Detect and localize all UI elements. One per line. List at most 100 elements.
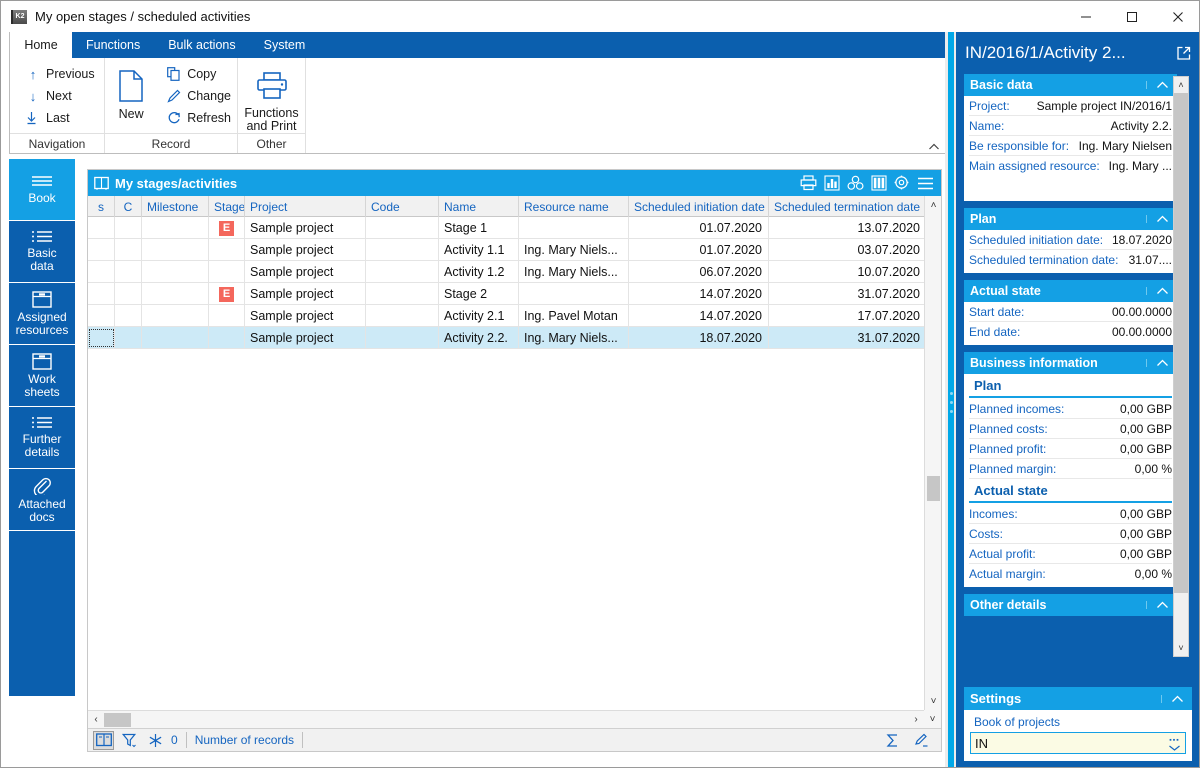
column-header-code[interactable]: Code — [366, 196, 439, 217]
open-external-icon[interactable] — [1177, 46, 1191, 60]
minimize-button[interactable] — [1063, 1, 1109, 32]
previous-button[interactable]: ↑ Previous — [20, 63, 101, 85]
book-of-projects-input[interactable]: IN ▪▪▪ — [970, 732, 1186, 754]
tab-functions[interactable]: Functions — [72, 32, 154, 58]
table-row[interactable]: E Sample project Stage 2 14.07.2020 31.0… — [88, 283, 941, 305]
field-value: 00.00.0000 — [1108, 305, 1172, 319]
table-row[interactable]: Sample project Activity 2.1 Ing. Pavel M… — [88, 305, 941, 327]
pencil-underline-icon[interactable] — [911, 731, 932, 750]
grid-hscroll-thumb[interactable] — [104, 713, 131, 727]
column-header-c[interactable]: C — [115, 196, 142, 217]
cell-scheduled-termination-date: 17.07.2020 — [769, 305, 926, 327]
print-icon[interactable] — [800, 175, 817, 191]
dropdown-icon[interactable]: ▪▪▪ — [1168, 736, 1181, 751]
detail-scroll-down-icon[interactable]: ˅ — [1174, 640, 1188, 656]
field-value: 31.07.... — [1125, 253, 1172, 267]
field-label: Actual margin: — [969, 567, 1046, 581]
sidebar-item-attached-docs[interactable]: Attached docs — [9, 469, 75, 531]
chart-icon[interactable] — [824, 175, 840, 191]
columns-icon[interactable] — [871, 175, 887, 191]
cell-name: Stage 1 — [439, 217, 519, 239]
last-button[interactable]: Last — [20, 107, 101, 129]
share-icon[interactable] — [847, 175, 864, 191]
field-label: Planned profit: — [969, 442, 1046, 456]
change-button[interactable]: Change — [161, 85, 237, 107]
column-header-name[interactable]: Name — [439, 196, 519, 217]
tab-system[interactable]: System — [250, 32, 320, 58]
tab-bulk-actions[interactable]: Bulk actions — [154, 32, 249, 58]
copy-button[interactable]: Copy — [161, 63, 237, 85]
chevron-up-icon[interactable] — [1146, 287, 1169, 295]
sidebar-item-assigned-resources[interactable]: Assigned resources — [9, 283, 75, 345]
record-count: 0 — [171, 733, 178, 747]
column-header-resource-name[interactable]: Resource name — [519, 196, 629, 217]
scroll-left-arrow-icon[interactable]: ‹ — [88, 714, 104, 725]
sidebar-item-basic-data[interactable]: Basic data — [9, 221, 75, 283]
sidebar-label-assigned-resources-1: Assigned — [15, 311, 68, 324]
funnel-icon[interactable] — [119, 731, 140, 750]
sidebar-item-further-details[interactable]: Further details — [9, 407, 75, 469]
cell-scheduled-initiation-date: 01.07.2020 — [629, 239, 769, 261]
column-header-scheduled-initiation-date[interactable]: Scheduled initiation date — [629, 196, 769, 217]
scroll-down-arrow-icon[interactable]: ˅ — [925, 692, 942, 710]
sidebar-item-book[interactable]: Book — [9, 159, 75, 221]
panel-splitter[interactable] — [945, 32, 956, 768]
settings-header[interactable]: Settings — [964, 687, 1192, 710]
table-row[interactable]: Sample project Activity 1.1 Ing. Mary Ni… — [88, 239, 941, 261]
cell-scheduled-termination-date: 03.07.2020 — [769, 239, 926, 261]
section-header-other-details[interactable]: Other details — [964, 594, 1177, 616]
snowflake-icon[interactable] — [145, 731, 166, 750]
detail-scroll-thumb[interactable] — [1174, 93, 1188, 593]
chevron-up-icon[interactable] — [1146, 359, 1169, 367]
chevron-up-icon[interactable] — [1161, 695, 1184, 703]
next-button[interactable]: ↓ Next — [20, 85, 101, 107]
field-label: Scheduled initiation date: — [969, 233, 1103, 247]
grid-vertical-scrollbar[interactable]: ˄ ˅ — [924, 196, 941, 710]
column-header-stage[interactable]: Stage — [209, 196, 245, 217]
chevron-up-icon[interactable] — [1146, 215, 1169, 223]
bullet-list-icon — [31, 416, 53, 430]
column-header-milestone[interactable]: Milestone — [142, 196, 209, 217]
gear-icon[interactable] — [894, 175, 910, 191]
field-value: Sample project IN/2016/1 — [1033, 99, 1172, 113]
table-row[interactable]: Sample project Activity 1.2 Ing. Mary Ni… — [88, 261, 941, 283]
field-costs: Costs: 0,00 GBP — [969, 524, 1172, 544]
sidebar-item-work-sheets[interactable]: Work sheets — [9, 345, 75, 407]
section-header-plan[interactable]: Plan — [964, 208, 1177, 230]
table-row[interactable]: Sample project Activity 2.2. Ing. Mary N… — [88, 327, 941, 349]
column-header-s[interactable]: s — [88, 196, 115, 217]
section-header-business-information[interactable]: Business information — [964, 352, 1177, 374]
menu-icon[interactable] — [917, 176, 934, 191]
chevron-up-icon[interactable] — [1146, 601, 1169, 609]
column-header-project[interactable]: Project — [245, 196, 366, 217]
maximize-button[interactable] — [1109, 1, 1155, 32]
scroll-right-arrow-icon[interactable]: › — [908, 714, 924, 725]
scroll-corner-dropdown[interactable]: ˅ — [924, 710, 941, 728]
ribbon-collapse-button[interactable] — [928, 143, 940, 151]
section-header-basic-data[interactable]: Basic data — [964, 74, 1177, 96]
cell-code — [366, 217, 439, 239]
column-header-scheduled-termination-date[interactable]: Scheduled termination date — [769, 196, 926, 217]
functions-and-print-button[interactable]: Functions and Print — [238, 63, 305, 133]
section-header-actual-state[interactable]: Actual state — [964, 280, 1177, 302]
chevron-up-icon[interactable] — [1146, 81, 1169, 89]
scroll-up-arrow-icon[interactable]: ˄ — [925, 196, 942, 214]
new-button[interactable]: New — [105, 63, 157, 121]
grid-title-bar: My stages/activities — [88, 170, 941, 196]
tab-home[interactable]: Home — [10, 32, 72, 58]
detail-scrollbar[interactable]: ˄ ˅ — [1173, 76, 1189, 657]
field-label: End date: — [969, 325, 1020, 339]
grid-vscroll-thumb[interactable] — [927, 476, 940, 501]
group-label-other: Other — [238, 133, 305, 153]
sigma-icon[interactable] — [882, 731, 903, 750]
grid-horizontal-scrollbar[interactable]: ‹ › — [88, 710, 924, 728]
close-button[interactable] — [1155, 1, 1200, 32]
application-window: K2 My open stages / scheduled activities… — [0, 0, 1200, 768]
table-row[interactable]: E Sample project Stage 1 01.07.2020 13.0… — [88, 217, 941, 239]
refresh-button[interactable]: Refresh — [161, 107, 237, 129]
grid-toolbar — [800, 175, 941, 191]
open-book-icon[interactable] — [93, 731, 114, 750]
arrow-down-icon: ↓ — [26, 89, 40, 104]
cell-name: Activity 2.2. — [439, 327, 519, 349]
detail-scroll-up-icon[interactable]: ˄ — [1174, 77, 1188, 93]
